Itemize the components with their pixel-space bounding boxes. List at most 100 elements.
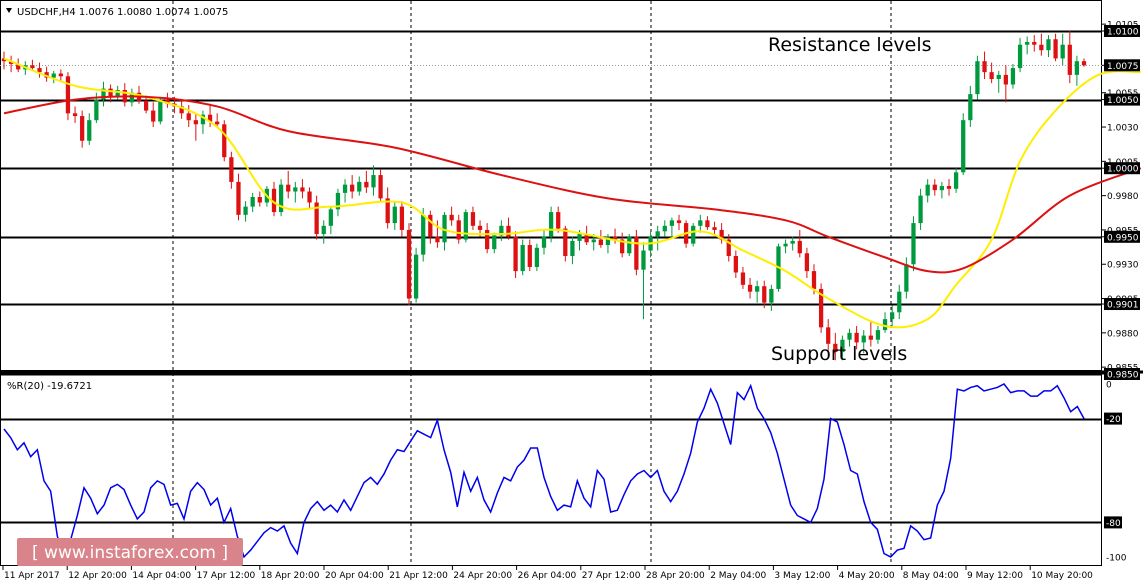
indicator-axis: 0 -20 -80 -100 [1104, 381, 1127, 564]
indicator-tick-label: -100 [1106, 554, 1127, 564]
candle-body [946, 186, 952, 189]
candle-body [591, 239, 596, 243]
candle-body [94, 99, 99, 121]
candle-body [868, 335, 873, 340]
candle-body [541, 236, 547, 248]
candle-body [904, 264, 909, 292]
candle-body [982, 61, 987, 73]
time-label: 9 May 12:00 [967, 571, 1023, 581]
price-tag-label: 1.0100 [1107, 28, 1139, 38]
time-label: 8 May 04:00 [903, 571, 959, 581]
candle-body [712, 227, 717, 230]
time-label: 12 Apr 20:00 [68, 571, 127, 581]
resistance-annotation: Resistance levels [768, 34, 932, 56]
candle-body [421, 214, 426, 255]
time-label: 3 May 12:00 [774, 571, 830, 581]
candle-body [534, 247, 540, 267]
symbol-info: USDCHF,H4 1.0076 1.0080 1.0074 1.0075 [17, 7, 228, 18]
time-label: 10 May 20:00 [1031, 571, 1093, 581]
time-label: 2 May 04:00 [710, 571, 766, 581]
time-axis: 11 Apr 2017 12 Apr 20:00 14 Apr 04:00 17 Ap… [2, 566, 1093, 581]
candle-body [250, 197, 255, 207]
price-tag-label: 0.9901 [1107, 301, 1139, 311]
candle-body [513, 236, 518, 272]
price-tag-label: 1.0050 [1107, 96, 1139, 106]
candle-body [520, 245, 525, 272]
indicator-label: %R(20) -19.6721 [7, 381, 92, 392]
candle-body [1010, 68, 1016, 85]
candle-body [961, 120, 966, 173]
candle-body [968, 94, 973, 121]
candle-body [72, 113, 78, 117]
candle-body [215, 121, 220, 125]
candle-body [975, 61, 980, 95]
support-annotation: Support levels [771, 343, 907, 365]
price-tick-label: 0.9930 [1107, 261, 1139, 271]
time-label: 21 Apr 12:00 [389, 571, 448, 581]
time-label: 26 Apr 04:00 [518, 571, 577, 581]
candle-body [996, 74, 1001, 80]
chart-canvas: 1.01051.01001.00751.00551.00501.00301.00… [0, 0, 1143, 581]
candle-body [797, 240, 802, 254]
candle-body [87, 120, 92, 141]
candle-body [158, 99, 163, 122]
candle-body [357, 181, 362, 192]
price-tag-label: 1.0000 [1107, 165, 1139, 175]
price-tick-label: 0.9880 [1107, 329, 1139, 339]
candle-body [193, 120, 198, 125]
candle-body [676, 220, 682, 224]
candle-body [257, 197, 262, 203]
candle-body [911, 223, 916, 265]
candle-body [548, 212, 554, 237]
candle-body [1039, 44, 1044, 51]
candle-body [875, 330, 881, 340]
candle-body [1046, 39, 1051, 51]
price-axis: 1.01051.01001.00751.00551.00501.00301.00… [1102, 21, 1140, 381]
candle-body [236, 181, 241, 215]
time-label: 14 Apr 04:00 [132, 571, 191, 581]
candle-body [698, 220, 703, 226]
candle-body [65, 76, 71, 114]
candle-body [364, 181, 369, 188]
candle-body [286, 184, 291, 192]
indicator-tag-label: -20 [1106, 415, 1121, 425]
candle-body [705, 220, 710, 228]
candle-body [399, 206, 405, 230]
candle-body [143, 100, 149, 111]
candle-body [428, 214, 433, 237]
time-label: 24 Apr 20:00 [453, 571, 512, 581]
time-label: 20 Apr 04:00 [325, 571, 384, 581]
indicator-tick-label: 0 [1106, 381, 1112, 391]
candle-body [406, 229, 412, 299]
candle-body [371, 175, 376, 188]
candle-body [108, 88, 113, 97]
candle-body [413, 254, 419, 299]
candle-body [506, 225, 511, 237]
candle-body [342, 184, 348, 193]
time-label: 4 May 20:00 [839, 571, 895, 581]
candle-body [577, 234, 582, 241]
candle-body [1074, 61, 1080, 75]
candle-body [939, 186, 945, 191]
candle-body [783, 243, 788, 247]
candle-body [755, 286, 760, 292]
time-label: 11 Apr 2017 [4, 571, 60, 581]
candle-body [80, 116, 85, 141]
candle-body [222, 124, 227, 158]
candle-body [598, 239, 603, 246]
candle-body [669, 220, 675, 226]
candle-body [691, 225, 696, 244]
candle-body [854, 332, 859, 343]
candle-body [30, 65, 35, 69]
candle-body [435, 236, 440, 243]
candle-body [1067, 44, 1072, 75]
candle-body [1003, 74, 1008, 85]
candle-body [811, 271, 817, 289]
candle-body [51, 73, 56, 78]
candle-body [655, 231, 660, 237]
candle-body [527, 245, 532, 267]
candle-body [733, 256, 738, 273]
candle-body [470, 212, 476, 226]
candle-body [243, 206, 248, 215]
candle-body [1017, 44, 1023, 69]
